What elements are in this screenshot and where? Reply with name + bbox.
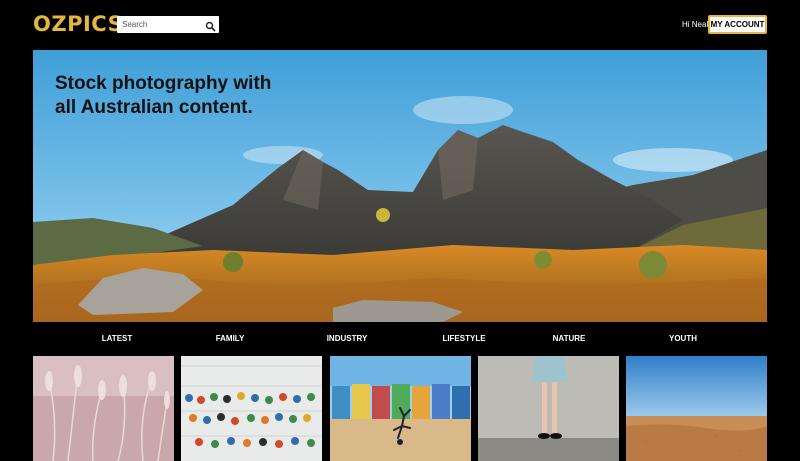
hero-banner: Stock photography with all Australian co… [33,50,767,322]
thumb-lifestyle[interactable] [478,356,619,461]
search-input[interactable] [117,16,201,33]
hero-headline-line-2: all Australian content. [55,97,253,118]
hero-headline: Stock photography with all Australian co… [55,72,315,120]
thumb-nature[interactable] [626,356,767,461]
thumb-latest[interactable] [33,356,174,461]
site-logo[interactable]: OZPICS [33,12,123,36]
category-industry[interactable]: INDUSTRY [317,333,377,345]
thumbnail-row [33,356,767,461]
my-account-button[interactable]: MY ACCOUNT [708,15,767,34]
search-icon[interactable] [205,19,216,32]
hero-headline-line-1: Stock photography with [55,73,272,94]
search-box [117,16,219,33]
user-greeting: Hi Neal [682,20,709,29]
category-nature[interactable]: NATURE [539,333,599,345]
category-family[interactable]: FAMILY [200,333,260,345]
thumb-industry[interactable] [330,356,471,461]
category-nav: LATEST FAMILY INDUSTRY LIFESTYLE NATURE … [33,333,767,347]
category-youth[interactable]: YOUTH [653,333,713,345]
site-header: OZPICS Hi Neal MY ACCOUNT [0,0,800,48]
thumb-family[interactable] [181,356,322,461]
category-lifestyle[interactable]: LIFESTYLE [434,333,494,345]
category-latest[interactable]: LATEST [87,333,147,345]
